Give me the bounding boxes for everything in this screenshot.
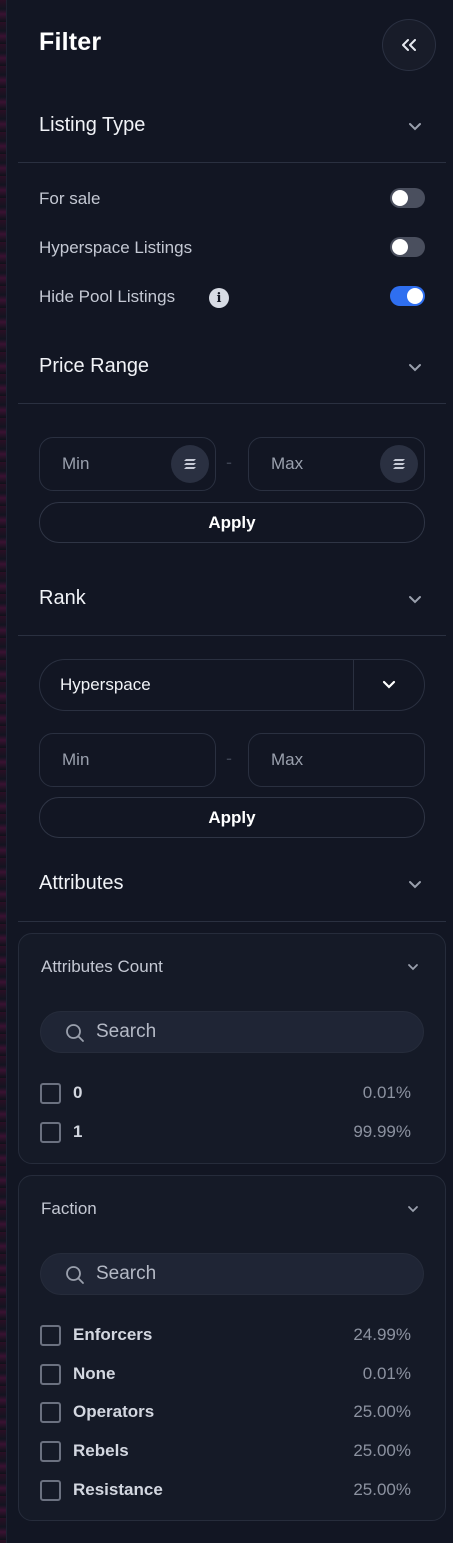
option-label: Rebels [73,1441,129,1460]
option-label: None [73,1364,116,1383]
option-percent: 0.01% [362,1364,411,1383]
attribute-group-faction: Faction Search Enforcers 24.99% None 0.0… [18,1175,446,1521]
solana-currency-button[interactable] [171,445,209,483]
price-apply-button[interactable]: Apply [39,502,425,543]
option-percent: 25.00% [353,1441,411,1460]
double-chevron-left-icon [402,39,416,51]
chevron-down-icon[interactable] [407,963,419,972]
divider [18,162,446,163]
page-title: Filter [39,28,102,56]
price-min-placeholder: Min [62,454,90,473]
range-separator: - [226,452,232,472]
option-label: Enforcers [73,1325,153,1344]
chevron-down-icon[interactable] [408,595,422,605]
attribute-option[interactable]: Rebels 25.00% [40,1439,411,1463]
attribute-option[interactable]: Enforcers 24.99% [40,1323,411,1347]
attribute-group-title[interactable]: Attributes Count [41,957,163,977]
checkbox[interactable] [40,1402,61,1423]
checkbox[interactable] [40,1122,61,1143]
search-icon [66,1266,84,1284]
rank-source-select[interactable]: Hyperspace [39,659,425,711]
hyperspace-listings-toggle[interactable] [390,237,425,257]
attribute-option[interactable]: 1 99.99% [40,1120,411,1144]
option-label: Resistance [73,1480,163,1499]
hyperspace-listings-label: Hyperspace Listings [39,238,193,257]
chevron-down-icon[interactable] [408,363,422,373]
chevron-down-icon[interactable] [408,880,422,890]
for-sale-label: For sale [39,189,101,208]
price-max-input[interactable]: Max [248,437,425,491]
divider [18,921,446,922]
option-percent: 24.99% [353,1325,411,1344]
search-placeholder: Search [96,1263,157,1284]
option-label: 1 [73,1122,83,1141]
divider [18,635,446,636]
option-percent: 0.01% [362,1083,411,1102]
rank-source-value: Hyperspace [60,675,151,694]
checkbox[interactable] [40,1083,61,1104]
section-price-range-title[interactable]: Price Range [39,355,149,378]
option-percent: 25.00% [353,1480,411,1499]
checkbox[interactable] [40,1364,61,1385]
chevron-down-icon[interactable] [407,1205,419,1214]
checkbox[interactable] [40,1325,61,1346]
rank-min-placeholder: Min [62,750,90,769]
attribute-option[interactable]: Resistance 25.00% [40,1478,411,1502]
rank-apply-button[interactable]: Apply [39,797,425,838]
option-percent: 25.00% [353,1402,411,1421]
option-label: Operators [73,1402,155,1421]
option-percent: 99.99% [353,1122,411,1141]
info-icon[interactable]: i [209,288,229,308]
select-separator [353,660,354,710]
hide-pool-listings-toggle[interactable] [390,286,425,306]
option-label: 0 [73,1083,83,1102]
attribute-group-title[interactable]: Faction [41,1199,97,1219]
price-min-input[interactable]: Min [39,437,216,491]
section-attributes-title[interactable]: Attributes [39,872,123,895]
search-placeholder: Search [96,1021,157,1042]
attribute-search-input[interactable]: Search [40,1011,424,1053]
chevron-down-icon[interactable] [382,680,396,690]
checkbox[interactable] [40,1441,61,1462]
attribute-option[interactable]: Operators 25.00% [40,1400,411,1424]
price-max-placeholder: Max [271,454,304,473]
hide-pool-listings-label: Hide Pool Listings [39,287,176,306]
checkbox[interactable] [40,1480,61,1501]
section-listing-type-title[interactable]: Listing Type [39,114,145,137]
range-separator: - [226,748,232,768]
solana-icon [184,459,196,469]
attribute-option[interactable]: 0 0.01% [40,1081,411,1105]
attribute-group-attributes-count: Attributes Count Search 0 0.01% 1 99.99% [18,933,446,1164]
divider [18,403,446,404]
collapse-button[interactable] [382,19,436,71]
rank-max-placeholder: Max [271,750,304,769]
rank-min-input[interactable]: Min [39,733,216,787]
attribute-option[interactable]: None 0.01% [40,1362,411,1386]
for-sale-toggle[interactable] [390,188,425,208]
chevron-down-icon[interactable] [408,122,422,132]
search-icon [66,1024,84,1042]
solana-icon [393,459,405,469]
section-rank-title[interactable]: Rank [39,587,86,610]
solana-currency-button[interactable] [380,445,418,483]
attribute-search-input[interactable]: Search [40,1253,424,1295]
filter-panel: Filter Listing Type For sale Hyperspace … [6,0,453,1543]
rank-max-input[interactable]: Max [248,733,425,787]
